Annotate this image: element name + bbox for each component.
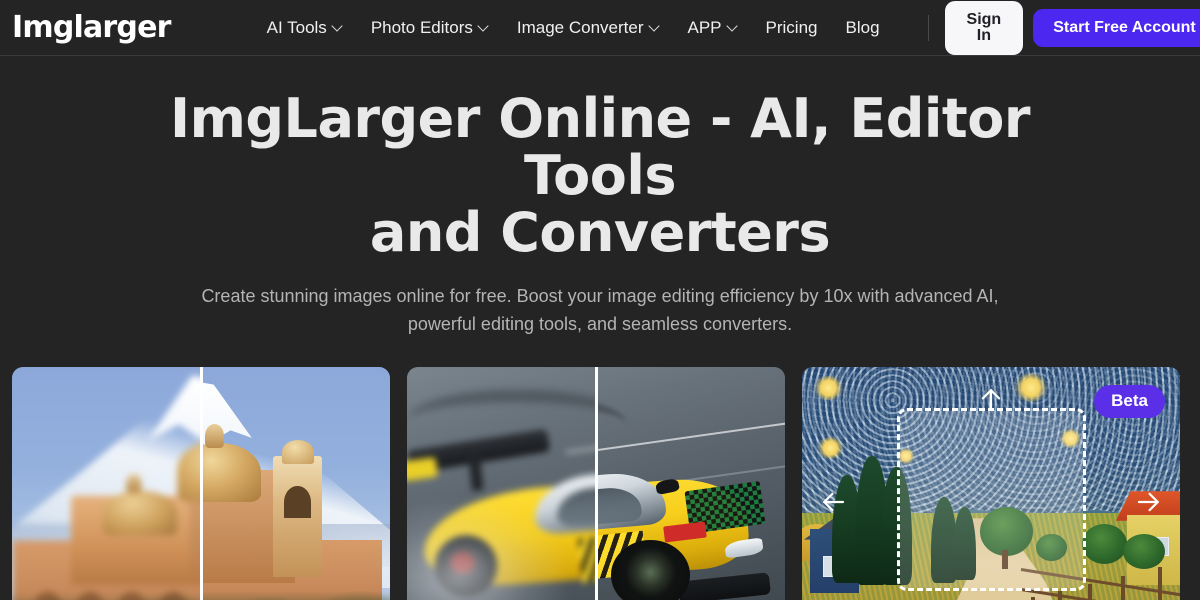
nav-label-app: APP <box>687 18 722 37</box>
nav-label-image-converter: Image Converter <box>516 18 644 37</box>
demo-card-row: Beta <box>0 367 1200 600</box>
nav-label-ai-tools: AI Tools <box>266 18 327 37</box>
race-car-scene-blurred <box>407 367 596 600</box>
nav-item-ai-tools[interactable]: AI Tools <box>267 19 343 36</box>
chevron-down-icon <box>649 21 660 32</box>
nav-item-app[interactable]: APP <box>688 19 738 36</box>
nav-label-blog: Blog <box>845 18 880 37</box>
header-actions: Sign In Start Free Account <box>944 0 1200 55</box>
site-logo[interactable]: Imglarger <box>12 12 171 43</box>
page-title-line-1: ImgLarger Online - AI, Editor Tools <box>170 87 1030 208</box>
page-subtitle-line-2: powerful editing tools, and seamless con… <box>407 313 793 334</box>
image-upscaler-demo-card[interactable] <box>12 367 390 600</box>
chevron-down-icon <box>727 21 738 32</box>
nav-item-photo-editors[interactable]: Photo Editors <box>371 19 489 36</box>
expand-up-arrow-icon[interactable] <box>976 384 1006 414</box>
church-volcano-image <box>12 367 390 600</box>
header-divider <box>927 14 929 41</box>
before-half <box>407 367 596 600</box>
race-car-scene-sharp <box>596 367 785 600</box>
nav-item-image-converter[interactable]: Image Converter <box>517 19 660 36</box>
before-half <box>12 367 201 600</box>
nav-label-photo-editors: Photo Editors <box>370 18 473 37</box>
sign-in-button[interactable]: Sign In <box>944 0 1024 55</box>
after-half <box>201 367 390 600</box>
chevron-down-icon <box>332 21 343 32</box>
start-free-account-button[interactable]: Start Free Account <box>1033 8 1200 47</box>
nav-item-blog[interactable]: Blog <box>846 19 880 36</box>
church-scene-blurred <box>12 367 201 600</box>
uncrop-selection-box[interactable] <box>896 407 1086 591</box>
before-after-slider-handle[interactable] <box>199 367 203 600</box>
expand-right-arrow-icon[interactable] <box>1134 487 1164 517</box>
race-car-image <box>407 367 785 600</box>
page-title-line-2: and Converters <box>369 201 831 265</box>
nav-item-pricing[interactable]: Pricing <box>766 19 818 36</box>
beta-badge[interactable]: Beta <box>1094 385 1165 419</box>
after-half <box>596 367 785 600</box>
page-subtitle: Create stunning images online for free. … <box>185 283 1015 339</box>
hero-section: ImgLarger Online - AI, Editor Tools and … <box>0 56 1200 338</box>
site-header: Imglarger AI Tools Photo Editors Image C… <box>0 0 1200 56</box>
church-scene-sharp <box>201 367 390 600</box>
page-subtitle-line-1: Create stunning images online for free. … <box>201 285 999 306</box>
before-after-slider-handle[interactable] <box>594 367 598 600</box>
image-sharpener-demo-card[interactable] <box>407 367 785 600</box>
main-navigation: AI Tools Photo Editors Image Converter A… <box>267 14 945 41</box>
page-title: ImgLarger Online - AI, Editor Tools and … <box>150 90 1050 262</box>
nav-label-pricing: Pricing <box>765 18 818 37</box>
expand-left-arrow-icon[interactable] <box>818 487 848 517</box>
chevron-down-icon <box>478 21 489 32</box>
image-expander-demo-card[interactable]: Beta <box>802 367 1180 600</box>
van-gogh-painting-image: Beta <box>802 367 1180 600</box>
